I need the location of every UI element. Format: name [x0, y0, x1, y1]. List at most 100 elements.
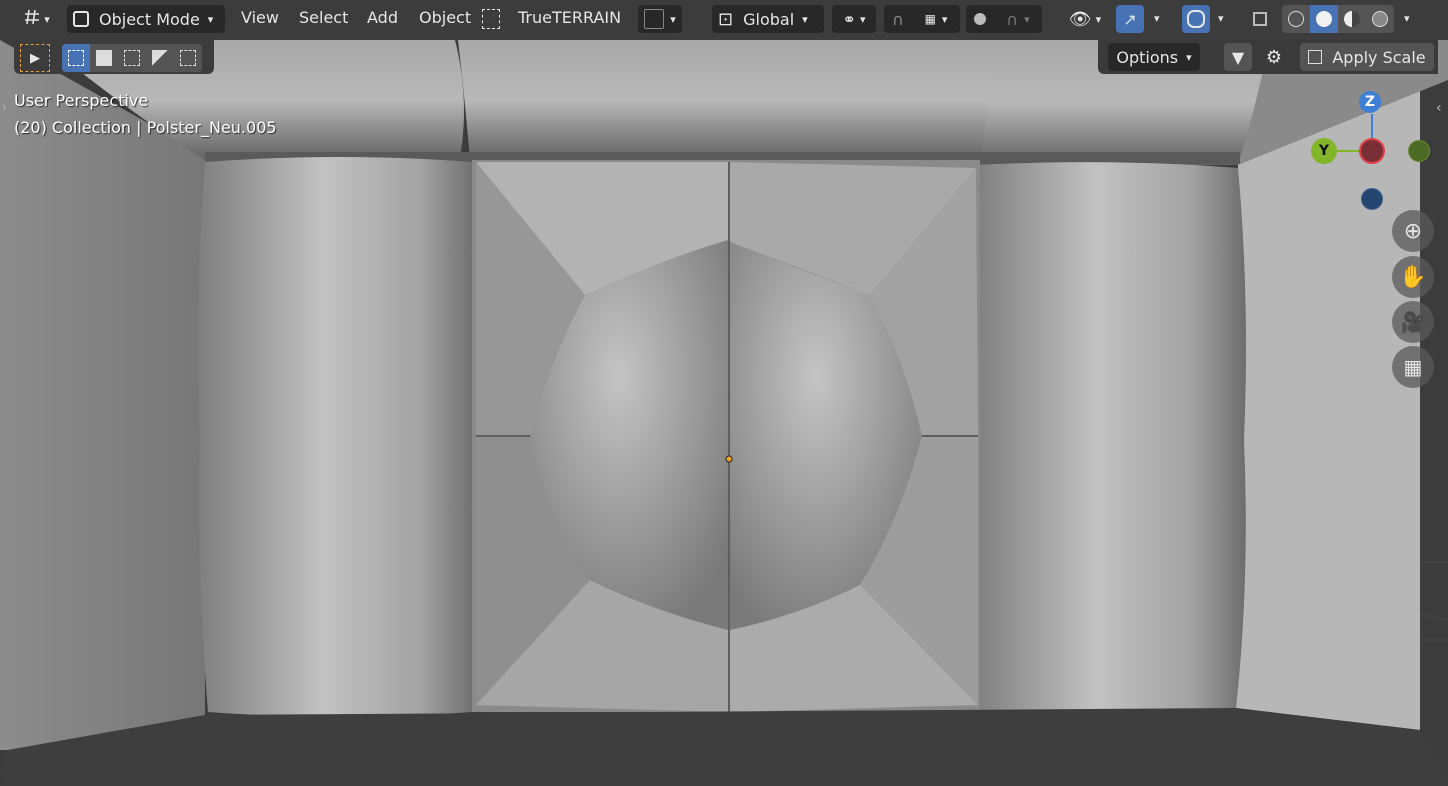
z-axis-label: Z: [1364, 94, 1376, 110]
material-sphere-icon: [1344, 11, 1360, 27]
apply-scale-button[interactable]: Apply Scale: [1300, 43, 1434, 71]
y-axis-label: Y: [1318, 143, 1330, 159]
xray-toggle[interactable]: [1246, 5, 1274, 33]
select-box-tool[interactable]: ▶: [20, 44, 50, 72]
menu-object[interactable]: Object: [419, 8, 471, 27]
gear-icon: ⚙: [1265, 46, 1283, 68]
gizmo-toggle[interactable]: ↗: [1116, 5, 1144, 33]
hand-icon: ✋: [1399, 264, 1427, 290]
select-subtract-icon: [124, 50, 140, 66]
chevron-down-icon: ▾: [670, 12, 676, 26]
chevron-down-icon: ▾: [802, 12, 808, 26]
trueterrain-icon[interactable]: [482, 9, 500, 29]
select-extend-icon: [96, 50, 112, 66]
chevron-down-icon: ▾: [1024, 12, 1030, 26]
gizmo-y-axis[interactable]: Y: [1311, 138, 1337, 164]
ortho-toggle-button[interactable]: ▦: [1392, 346, 1434, 388]
select-intersect-icon: [180, 50, 196, 66]
chevron-down-icon: ▾: [44, 12, 50, 26]
top-pillow-center: [458, 40, 1000, 160]
zoom-button[interactable]: ⊕: [1392, 210, 1434, 252]
editor-type-icon: [22, 8, 44, 30]
select-mode-intersect[interactable]: [174, 44, 202, 72]
filter-icon: ▼: [1231, 47, 1245, 67]
right-tool-header: Options ▾ ▼ ⚙ Apply Scale: [1098, 40, 1438, 74]
gizmo-icon: ↗: [1123, 9, 1137, 29]
gizmo-x-axis[interactable]: [1359, 138, 1385, 164]
menu-select[interactable]: Select: [299, 8, 348, 27]
shading-material[interactable]: [1338, 5, 1366, 33]
gizmo-neg-z-axis[interactable]: [1361, 188, 1383, 210]
solid-sphere-icon: [1316, 11, 1332, 27]
proportional-edit-icon: [974, 13, 986, 25]
shading-rendered[interactable]: [1366, 5, 1394, 33]
3d-viewport[interactable]: ▾ Object Mode ▾ View Select Add Object T…: [0, 0, 1448, 786]
pivot-dropdown[interactable]: ⚭ ▾: [832, 5, 876, 33]
camera-icon: 🎥: [1400, 310, 1426, 334]
options-dropdown[interactable]: Options ▾: [1108, 43, 1200, 71]
gizmo-neg-y-axis[interactable]: [1408, 140, 1430, 162]
object-origin-dot: [725, 455, 733, 463]
editor-type-button[interactable]: ▾: [14, 5, 58, 33]
chevron-down-icon[interactable]: ▾: [1404, 12, 1410, 25]
shading-wireframe[interactable]: [1282, 5, 1310, 33]
apply-scale-label: Apply Scale: [1332, 47, 1426, 67]
navigation-gizmo[interactable]: Z Y: [1300, 88, 1440, 214]
select-mode-invert[interactable]: [146, 44, 174, 72]
toolbar-expand-icon[interactable]: ›: [2, 100, 7, 114]
menu-add[interactable]: Add: [367, 8, 398, 27]
trueterrain-menu[interactable]: TrueTERRAIN: [518, 8, 621, 27]
camera-view-button[interactable]: 🎥: [1392, 301, 1434, 343]
visibility-dropdown[interactable]: 👁 ▾: [1062, 5, 1108, 33]
proportional-edit-toggle[interactable]: [966, 5, 994, 33]
select-mode-extend[interactable]: [90, 44, 118, 72]
viewport-header: ▾ Object Mode ▾ View Select Add Object T…: [0, 0, 1448, 38]
apply-scale-icon: [1308, 50, 1323, 64]
eye-icon: 👁: [1068, 8, 1092, 30]
menu-view[interactable]: View: [241, 8, 279, 27]
orientation-label: Global: [743, 9, 795, 29]
view-name-label: User Perspective: [14, 91, 149, 110]
object-info-label: (20) Collection | Polster_Neu.005: [14, 118, 277, 137]
snap-target-dropdown[interactable]: ▦ ▾: [912, 5, 960, 33]
chevron-down-icon: ▾: [1186, 50, 1192, 64]
cursor-arrow-icon: ▶: [30, 50, 40, 66]
left-pillow: [197, 157, 477, 717]
wireframe-sphere-icon: [1288, 11, 1304, 27]
select-mode-new[interactable]: [62, 44, 90, 72]
magnifier-plus-icon: ⊕: [1403, 218, 1423, 244]
chevron-down-icon[interactable]: ▾: [1218, 12, 1224, 25]
right-pillow: [974, 162, 1246, 713]
settings-button[interactable]: ⚙: [1260, 43, 1288, 71]
snap-toggle[interactable]: ∩: [884, 5, 912, 33]
filter-button[interactable]: ▼: [1224, 43, 1252, 71]
transform-orientation-dropdown[interactable]: ⊡ Global ▾: [712, 5, 824, 33]
snap-increment-icon: ▦: [924, 12, 936, 26]
select-new-icon: [68, 50, 84, 66]
chevron-down-icon: ▾: [859, 12, 866, 26]
shading-solid[interactable]: [1310, 5, 1338, 33]
rendered-sphere-icon: [1372, 11, 1388, 27]
pan-button[interactable]: ✋: [1392, 256, 1434, 298]
mode-dropdown[interactable]: Object Mode ▾: [67, 5, 225, 33]
orientation-icon: ⊡: [718, 8, 734, 30]
pivot-icon: ⚭: [842, 9, 856, 29]
grid-icon: ▦: [1403, 355, 1423, 379]
select-mode-subtract[interactable]: [118, 44, 146, 72]
object-mode-icon: [73, 11, 89, 27]
options-label: Options: [1116, 47, 1179, 67]
gizmo-z-axis[interactable]: Z: [1359, 91, 1381, 113]
curve-dropdown[interactable]: ▾: [638, 5, 682, 33]
chevron-down-icon: ▾: [941, 12, 948, 26]
curve-icon: [644, 9, 665, 29]
select-tool-bar: ▶: [14, 40, 214, 74]
chevron-down-icon: ▾: [1095, 12, 1102, 26]
overlays-toggle[interactable]: [1182, 5, 1210, 33]
mode-label: Object Mode: [99, 9, 200, 29]
chevron-down-icon[interactable]: ▾: [1154, 12, 1160, 25]
falloff-dropdown[interactable]: ∩ ▾: [994, 5, 1042, 33]
chevron-down-icon: ▾: [207, 12, 214, 26]
xray-icon: [1253, 12, 1267, 26]
magnet-icon: ∩: [892, 9, 904, 29]
select-invert-icon: [152, 50, 168, 66]
